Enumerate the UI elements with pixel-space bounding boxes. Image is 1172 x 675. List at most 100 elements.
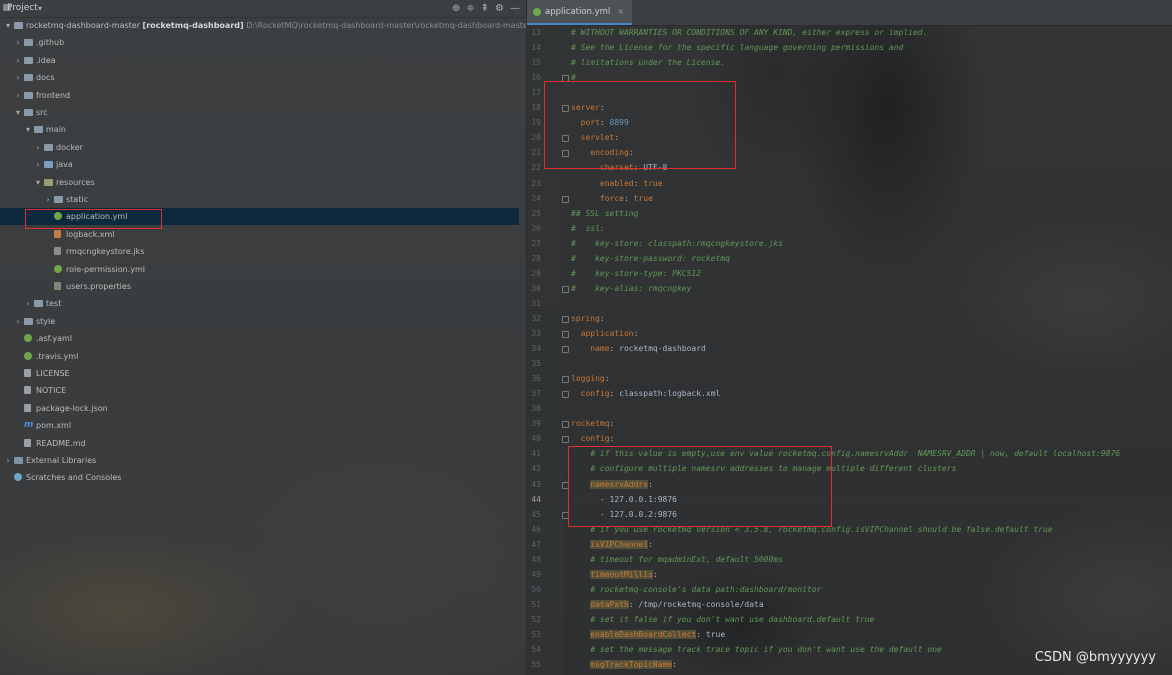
code-line[interactable]: 47 isVIPChannel: [527, 537, 1172, 552]
folder-res-icon [44, 178, 53, 186]
tree-item[interactable]: rmqcngkeystore.jks [0, 243, 519, 260]
code-line[interactable]: 38 [527, 401, 1172, 416]
tree-item-name: rocketmq-dashboard-master [26, 21, 140, 30]
expand-icon[interactable]: ≑ [466, 0, 474, 17]
fold-marker-icon[interactable] [562, 376, 569, 384]
tree-item[interactable]: Scratches and Consoles [0, 469, 519, 486]
module-name: [rocketmq-dashboard] [142, 21, 244, 30]
tree-item[interactable]: package-lock.json [0, 400, 519, 417]
code-line[interactable]: 13 # WITHOUT WARRANTIES OR CONDITIONS OF … [527, 25, 1172, 40]
chevron-down-icon[interactable]: ▾ [4, 17, 12, 34]
gear-icon[interactable]: ⚙ [495, 0, 504, 17]
code-line[interactable]: 26 # ssl: [527, 221, 1172, 236]
tree-item-name: logback.xml [66, 229, 115, 239]
line-number: 21 [531, 148, 541, 158]
chevron-down-icon[interactable]: ▾ [14, 104, 22, 121]
tree-item[interactable]: README.md [0, 435, 519, 452]
code-line[interactable]: 30 # key-alias: rmqcngkey [527, 281, 1172, 296]
code-line[interactable]: 27 # key-store: classpath:rmqcngkeystore.… [527, 236, 1172, 251]
code-line[interactable]: 34 name: rocketmq-dashboard [527, 341, 1172, 356]
tab-application-yml[interactable]: application.yml × [527, 0, 632, 25]
chevron-right-icon[interactable]: › [4, 452, 12, 469]
code-line[interactable]: 40 config: [527, 431, 1172, 446]
tree-item[interactable]: ▾ src [0, 104, 519, 121]
fold-marker-icon[interactable] [562, 346, 569, 354]
tree-item[interactable]: › java [0, 156, 519, 173]
code-line[interactable]: 31 [527, 296, 1172, 311]
code-line[interactable]: 28 # key-store-password: rocketmq [527, 251, 1172, 266]
chevron-down-icon[interactable]: ▾ [38, 0, 42, 17]
code-line[interactable]: 25 ## SSL setting [527, 206, 1172, 221]
tree-item[interactable]: › style [0, 313, 519, 330]
tree-item[interactable]: .travis.yml [0, 348, 519, 365]
fold-marker-icon[interactable] [562, 315, 569, 323]
chevron-right-icon[interactable]: › [34, 139, 42, 156]
tree-item[interactable]: .asf.yaml [0, 330, 519, 347]
tree-item[interactable]: NOTICE [0, 382, 519, 399]
globe-icon[interactable]: ⊕ [452, 0, 460, 17]
tree-item[interactable]: ▾ main [0, 121, 519, 138]
code-line[interactable]: 50 # rocketmq-console's data path:dashbo… [527, 582, 1172, 597]
chevron-right-icon[interactable]: › [14, 87, 22, 104]
code-line[interactable]: 29 # key-store-type: PKCS12 [527, 266, 1172, 281]
code-line[interactable]: 32 spring: [527, 311, 1172, 326]
code-token: timeoutMillis [590, 569, 653, 579]
chevron-right-icon[interactable]: › [24, 295, 32, 312]
yaml-file-icon [533, 7, 541, 16]
minimize-icon[interactable]: — [510, 0, 520, 17]
code-line[interactable]: 14 # See the License for the specific lan… [527, 40, 1172, 55]
tree-item[interactable]: › .github [0, 34, 519, 51]
chevron-right-icon[interactable]: › [14, 52, 22, 69]
fold-marker-icon[interactable] [562, 331, 569, 338]
tree-item[interactable]: › docs [0, 69, 519, 86]
chevron-right-icon[interactable]: › [34, 156, 42, 173]
code-line[interactable]: 33 application: [527, 326, 1172, 341]
tree-item[interactable]: › frontend [0, 87, 519, 104]
tree-item[interactable]: LICENSE [0, 365, 519, 382]
code-line[interactable]: 35 [527, 356, 1172, 371]
project-view-selector[interactable]: Project [7, 0, 38, 17]
tree-item[interactable]: › .idea [0, 52, 519, 69]
code-line[interactable]: 49 timeoutMillis: [527, 567, 1172, 582]
fold-marker-icon[interactable] [562, 195, 569, 203]
chevron-down-icon[interactable]: ▾ [24, 121, 32, 138]
chevron-right-icon[interactable]: › [14, 34, 22, 51]
code-line[interactable]: 24 force: true [527, 191, 1172, 206]
line-number: 51 [531, 599, 541, 609]
fold-marker-icon[interactable] [562, 436, 569, 444]
project-tool-window: Project ▾ ⊕ ≑ ⇞ ⚙ — ▾ rocketmq-dashboard-… [0, 0, 526, 675]
chevron-right-icon[interactable]: › [14, 313, 22, 330]
code-line[interactable]: 37 config: classpath:logback.xml [527, 386, 1172, 401]
code-line[interactable]: 53 enableDashBoardCollect: true [527, 627, 1172, 642]
code-line[interactable]: 23 enabled: true [527, 176, 1172, 191]
close-icon[interactable]: × [617, 7, 624, 16]
fold-marker-icon[interactable] [562, 421, 569, 429]
line-number: 52 [531, 614, 541, 624]
fold-marker-icon[interactable] [562, 391, 569, 399]
fold-marker-icon[interactable] [562, 285, 569, 293]
tree-item[interactable]: users.properties [0, 278, 519, 295]
line-number: 31 [531, 298, 541, 308]
tree-item-label: package-lock.json [36, 400, 108, 417]
tree-item[interactable]: › static [0, 191, 519, 208]
code-line[interactable]: 39 rocketmq: [527, 416, 1172, 431]
chevron-right-icon[interactable]: › [44, 191, 52, 208]
tree-item[interactable]: › External Libraries [0, 452, 519, 469]
code-line[interactable]: 48 # timeout for mqadminExt, default 500… [527, 552, 1172, 567]
code-line[interactable]: 15 # limitations under the License. [527, 55, 1172, 70]
code-line[interactable]: 36 logging: [527, 371, 1172, 386]
editor-tab-bar: application.yml × [527, 0, 1172, 26]
tree-item[interactable]: › test [0, 295, 519, 312]
tree-item[interactable]: › docker [0, 139, 519, 156]
collapse-icon[interactable]: ⇞ [481, 0, 489, 17]
tree-item[interactable]: ▾ resources [0, 174, 519, 191]
file-icon [24, 438, 31, 447]
code-line[interactable]: 52 # set it false if you don't want use … [527, 612, 1172, 627]
tree-item[interactable]: role-permission.yml [0, 261, 519, 278]
line-number: 42 [531, 464, 541, 474]
tree-item[interactable]: m pom.xml [0, 417, 519, 434]
tree-item[interactable]: ▾ rocketmq-dashboard-master [rocketmq-das… [0, 17, 526, 34]
code-line[interactable]: 51 dataPath: /tmp/rocketmq-console/data [527, 597, 1172, 612]
chevron-right-icon[interactable]: › [14, 69, 22, 86]
chevron-down-icon[interactable]: ▾ [34, 174, 42, 191]
